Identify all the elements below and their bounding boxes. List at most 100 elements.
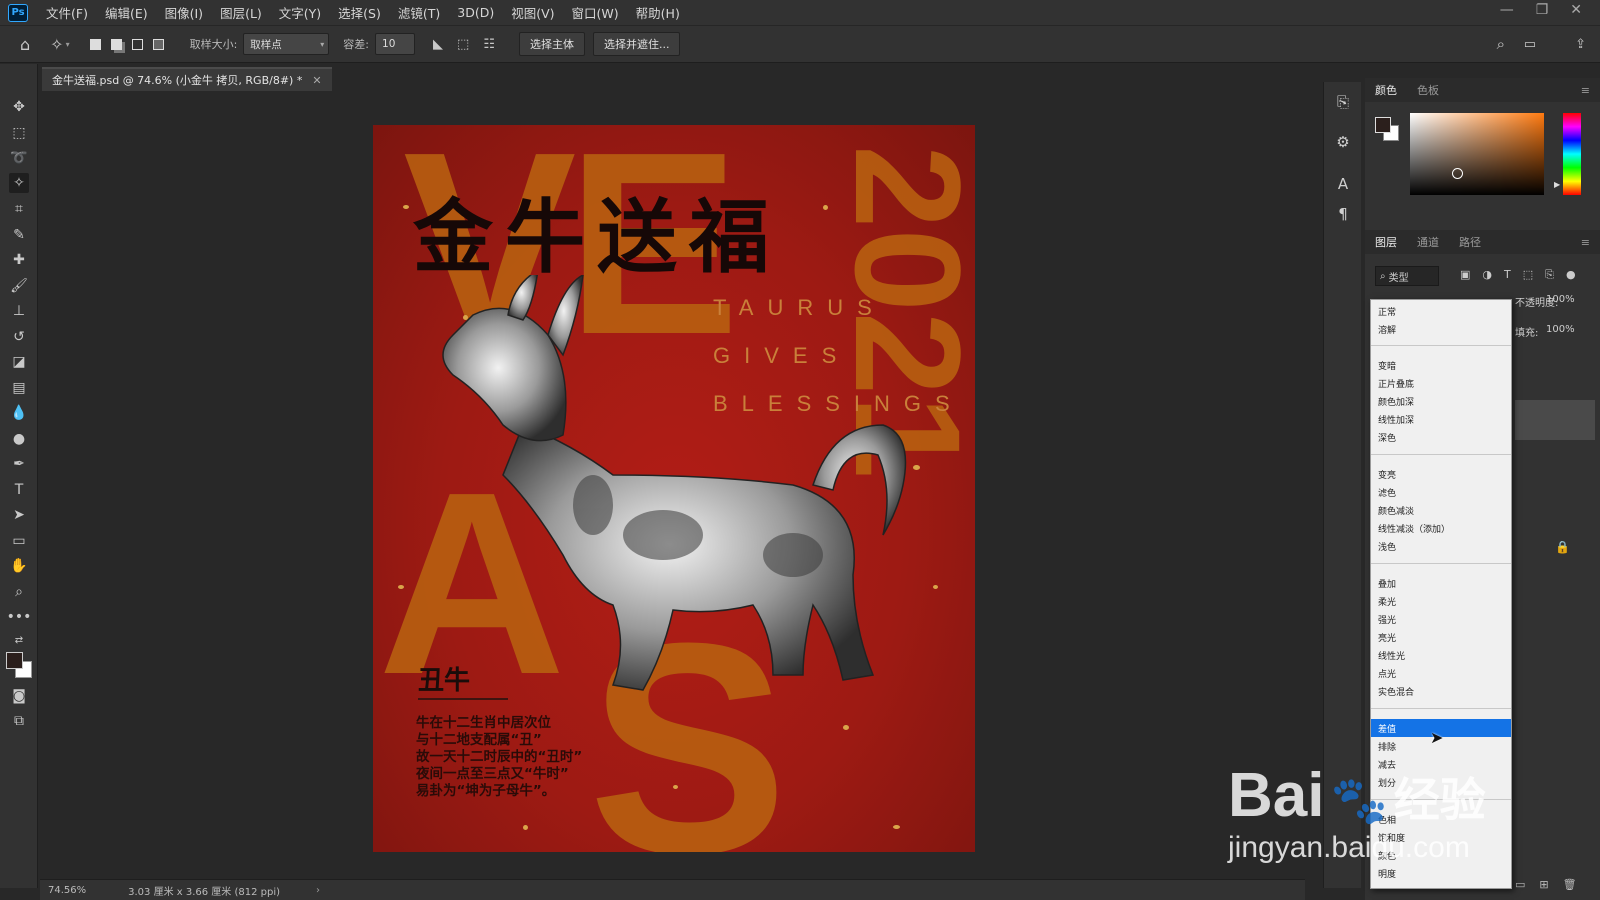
color-picker-cursor[interactable]: [1452, 168, 1463, 179]
screen-mode-icon[interactable]: ⧉: [9, 711, 29, 731]
menu-3d[interactable]: 3D(D): [457, 5, 494, 20]
panel-menu-icon[interactable]: ≡: [1581, 236, 1590, 249]
quick-mask-icon[interactable]: ◙: [9, 686, 29, 706]
blend-multiply[interactable]: 正片叠底: [1371, 374, 1511, 392]
hue-slider[interactable]: [1563, 113, 1581, 195]
tolerance-input[interactable]: 10: [375, 33, 416, 55]
blend-hard-mix[interactable]: 实色混合: [1371, 682, 1511, 700]
foreground-color-swatch[interactable]: [1375, 117, 1391, 133]
magic-wand-preset-icon[interactable]: ✧: [50, 35, 63, 54]
menu-image[interactable]: 图像(I): [165, 3, 203, 22]
move-tool-icon[interactable]: ✥: [9, 97, 29, 117]
blend-linear-light[interactable]: 线性光: [1371, 646, 1511, 664]
hue-slider-handle[interactable]: ▶: [1554, 180, 1560, 189]
blend-luminosity[interactable]: 明度: [1371, 864, 1511, 882]
zoom-level[interactable]: 74.56%: [48, 885, 86, 896]
blend-color-burn[interactable]: 颜色加深: [1371, 392, 1511, 410]
magic-wand-tool-icon[interactable]: ✧: [9, 173, 29, 193]
character-panel-icon[interactable]: A: [1333, 174, 1353, 194]
paragraph-panel-icon[interactable]: ¶: [1333, 204, 1353, 224]
lasso-tool-icon[interactable]: ➰: [9, 148, 29, 168]
menu-select[interactable]: 选择(S): [338, 3, 381, 22]
new-selection-icon[interactable]: [89, 38, 101, 50]
swap-colors-icon[interactable]: ⇄: [9, 630, 29, 650]
crop-tool-icon[interactable]: ⌗: [9, 199, 29, 219]
gradient-tool-icon[interactable]: ▤: [9, 378, 29, 398]
tab-layers[interactable]: 图层: [1375, 234, 1397, 250]
pen-tool-icon[interactable]: ✒: [9, 454, 29, 474]
intersect-selection-icon[interactable]: [152, 38, 164, 50]
share-icon[interactable]: ⇪: [1575, 37, 1586, 52]
new-layer-icon[interactable]: ⊞: [1539, 878, 1548, 891]
subtract-selection-icon[interactable]: [131, 38, 143, 50]
dodge-tool-icon[interactable]: ●: [9, 429, 29, 449]
blend-linear-dodge[interactable]: 线性减淡（添加）: [1371, 519, 1511, 537]
rectangle-tool-icon[interactable]: ▭: [9, 531, 29, 551]
history-brush-tool-icon[interactable]: ↺: [9, 327, 29, 347]
hand-tool-icon[interactable]: ✋: [9, 556, 29, 576]
eyedropper-tool-icon[interactable]: ✎: [9, 225, 29, 245]
type-tool-icon[interactable]: T: [9, 480, 29, 500]
tab-swatches[interactable]: 色板: [1417, 82, 1439, 98]
blend-lighten[interactable]: 变亮: [1371, 465, 1511, 483]
healing-brush-tool-icon[interactable]: ✚: [9, 250, 29, 270]
selected-layer-row[interactable]: [1515, 400, 1595, 440]
menu-file[interactable]: 文件(F): [46, 3, 88, 22]
blend-pin-light[interactable]: 点光: [1371, 664, 1511, 682]
anti-alias-icon[interactable]: ◣: [433, 37, 443, 52]
blend-darken[interactable]: 变暗: [1371, 356, 1511, 374]
blend-lighter-color[interactable]: 浅色: [1371, 537, 1511, 555]
sample-all-layers-icon[interactable]: ☷: [483, 37, 495, 52]
eraser-tool-icon[interactable]: ◪: [9, 352, 29, 372]
shape-filter-icon[interactable]: ⬚: [1523, 268, 1533, 282]
home-icon[interactable]: ⌂: [20, 35, 30, 54]
blend-normal[interactable]: 正常: [1371, 302, 1511, 320]
history-panel-icon[interactable]: ⎘: [1333, 92, 1353, 112]
menu-window[interactable]: 窗口(W): [572, 3, 619, 22]
opacity-value[interactable]: 100%: [1546, 294, 1575, 305]
layer-filter-select[interactable]: ⌕ 类型: [1375, 266, 1439, 286]
delete-layer-icon[interactable]: 🗑: [1563, 878, 1577, 891]
restore-icon[interactable]: ❐: [1536, 2, 1549, 18]
chevron-down-icon[interactable]: ▾: [66, 40, 70, 49]
new-group-icon[interactable]: ▭: [1515, 878, 1525, 891]
properties-panel-icon[interactable]: ⚙: [1333, 132, 1353, 152]
more-tools-icon[interactable]: •••: [7, 607, 32, 627]
blend-darker-color[interactable]: 深色: [1371, 428, 1511, 446]
select-subject-button[interactable]: 选择主体: [518, 32, 585, 56]
color-picker-field[interactable]: [1410, 113, 1544, 195]
stamp-tool-icon[interactable]: ⊥: [9, 301, 29, 321]
close-icon[interactable]: ✕: [1570, 2, 1582, 18]
smart-object-filter-icon[interactable]: ⎘: [1545, 268, 1554, 282]
blend-color-dodge[interactable]: 颜色减淡: [1371, 501, 1511, 519]
blend-vivid-light[interactable]: 亮光: [1371, 628, 1511, 646]
menu-type[interactable]: 文字(Y): [279, 3, 321, 22]
panel-menu-icon[interactable]: ≡: [1581, 84, 1590, 97]
foreground-color-swatch[interactable]: [6, 652, 23, 669]
tab-paths[interactable]: 路径: [1459, 234, 1481, 250]
path-selection-tool-icon[interactable]: ➤: [9, 505, 29, 525]
add-selection-icon[interactable]: [110, 38, 122, 50]
contiguous-icon[interactable]: ⬚: [457, 37, 469, 52]
menu-view[interactable]: 视图(V): [511, 3, 554, 22]
blend-screen[interactable]: 滤色: [1371, 483, 1511, 501]
blend-soft-light[interactable]: 柔光: [1371, 592, 1511, 610]
blur-tool-icon[interactable]: 💧: [9, 403, 29, 423]
chevron-right-icon[interactable]: ›: [316, 885, 320, 896]
blend-linear-burn[interactable]: 线性加深: [1371, 410, 1511, 428]
menu-edit[interactable]: 编辑(E): [105, 3, 148, 22]
minimize-icon[interactable]: —: [1500, 2, 1514, 18]
tab-color[interactable]: 颜色: [1375, 82, 1397, 98]
filter-toggle-icon[interactable]: ●: [1566, 268, 1576, 282]
tab-channels[interactable]: 通道: [1417, 234, 1439, 250]
fill-value[interactable]: 100%: [1546, 324, 1575, 335]
blend-hard-light[interactable]: 强光: [1371, 610, 1511, 628]
workspace-icon[interactable]: ▭: [1524, 37, 1536, 52]
blend-dissolve[interactable]: 溶解: [1371, 320, 1511, 338]
type-filter-icon[interactable]: T: [1504, 268, 1511, 282]
zoom-tool-icon[interactable]: ⌕: [9, 582, 29, 602]
close-icon[interactable]: ✕: [312, 74, 321, 87]
marquee-tool-icon[interactable]: ⬚: [9, 123, 29, 143]
blend-overlay[interactable]: 叠加: [1371, 574, 1511, 592]
menu-help[interactable]: 帮助(H): [636, 3, 680, 22]
